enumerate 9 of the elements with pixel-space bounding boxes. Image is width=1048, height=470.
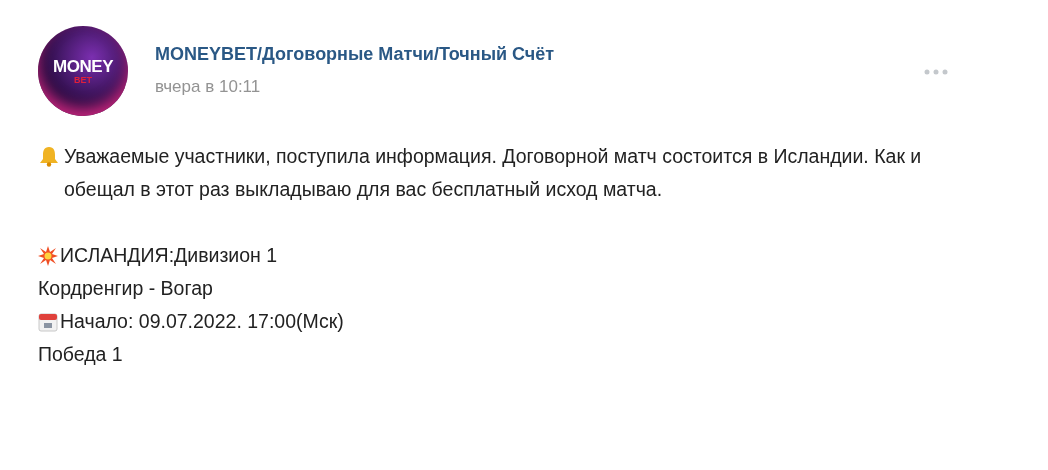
avatar-logo-text: MONEY <box>52 57 114 75</box>
post-line: ИСЛАНДИЯ:Дивизион 1 <box>60 242 278 268</box>
post-line: Кордренгир - Вогар <box>38 275 213 301</box>
author-link[interactable]: MONEYBET/Договорные Матчи/Точный Счёт <box>155 42 555 66</box>
post-line: Начало: 09.07.2022. 17:00(Мск) <box>60 308 344 334</box>
post-text: Уважаемые участники, поступила информация. Договорной матч состоится в Исландии. Как и обещал в этот раз выкладываю для вас бесплатный исход матча. <box>64 144 923 202</box>
post-line: Победа 1 <box>38 341 123 367</box>
avatar-logo-subtext: BET <box>74 75 92 85</box>
group-avatar[interactable]: MONEY BET <box>38 26 128 116</box>
